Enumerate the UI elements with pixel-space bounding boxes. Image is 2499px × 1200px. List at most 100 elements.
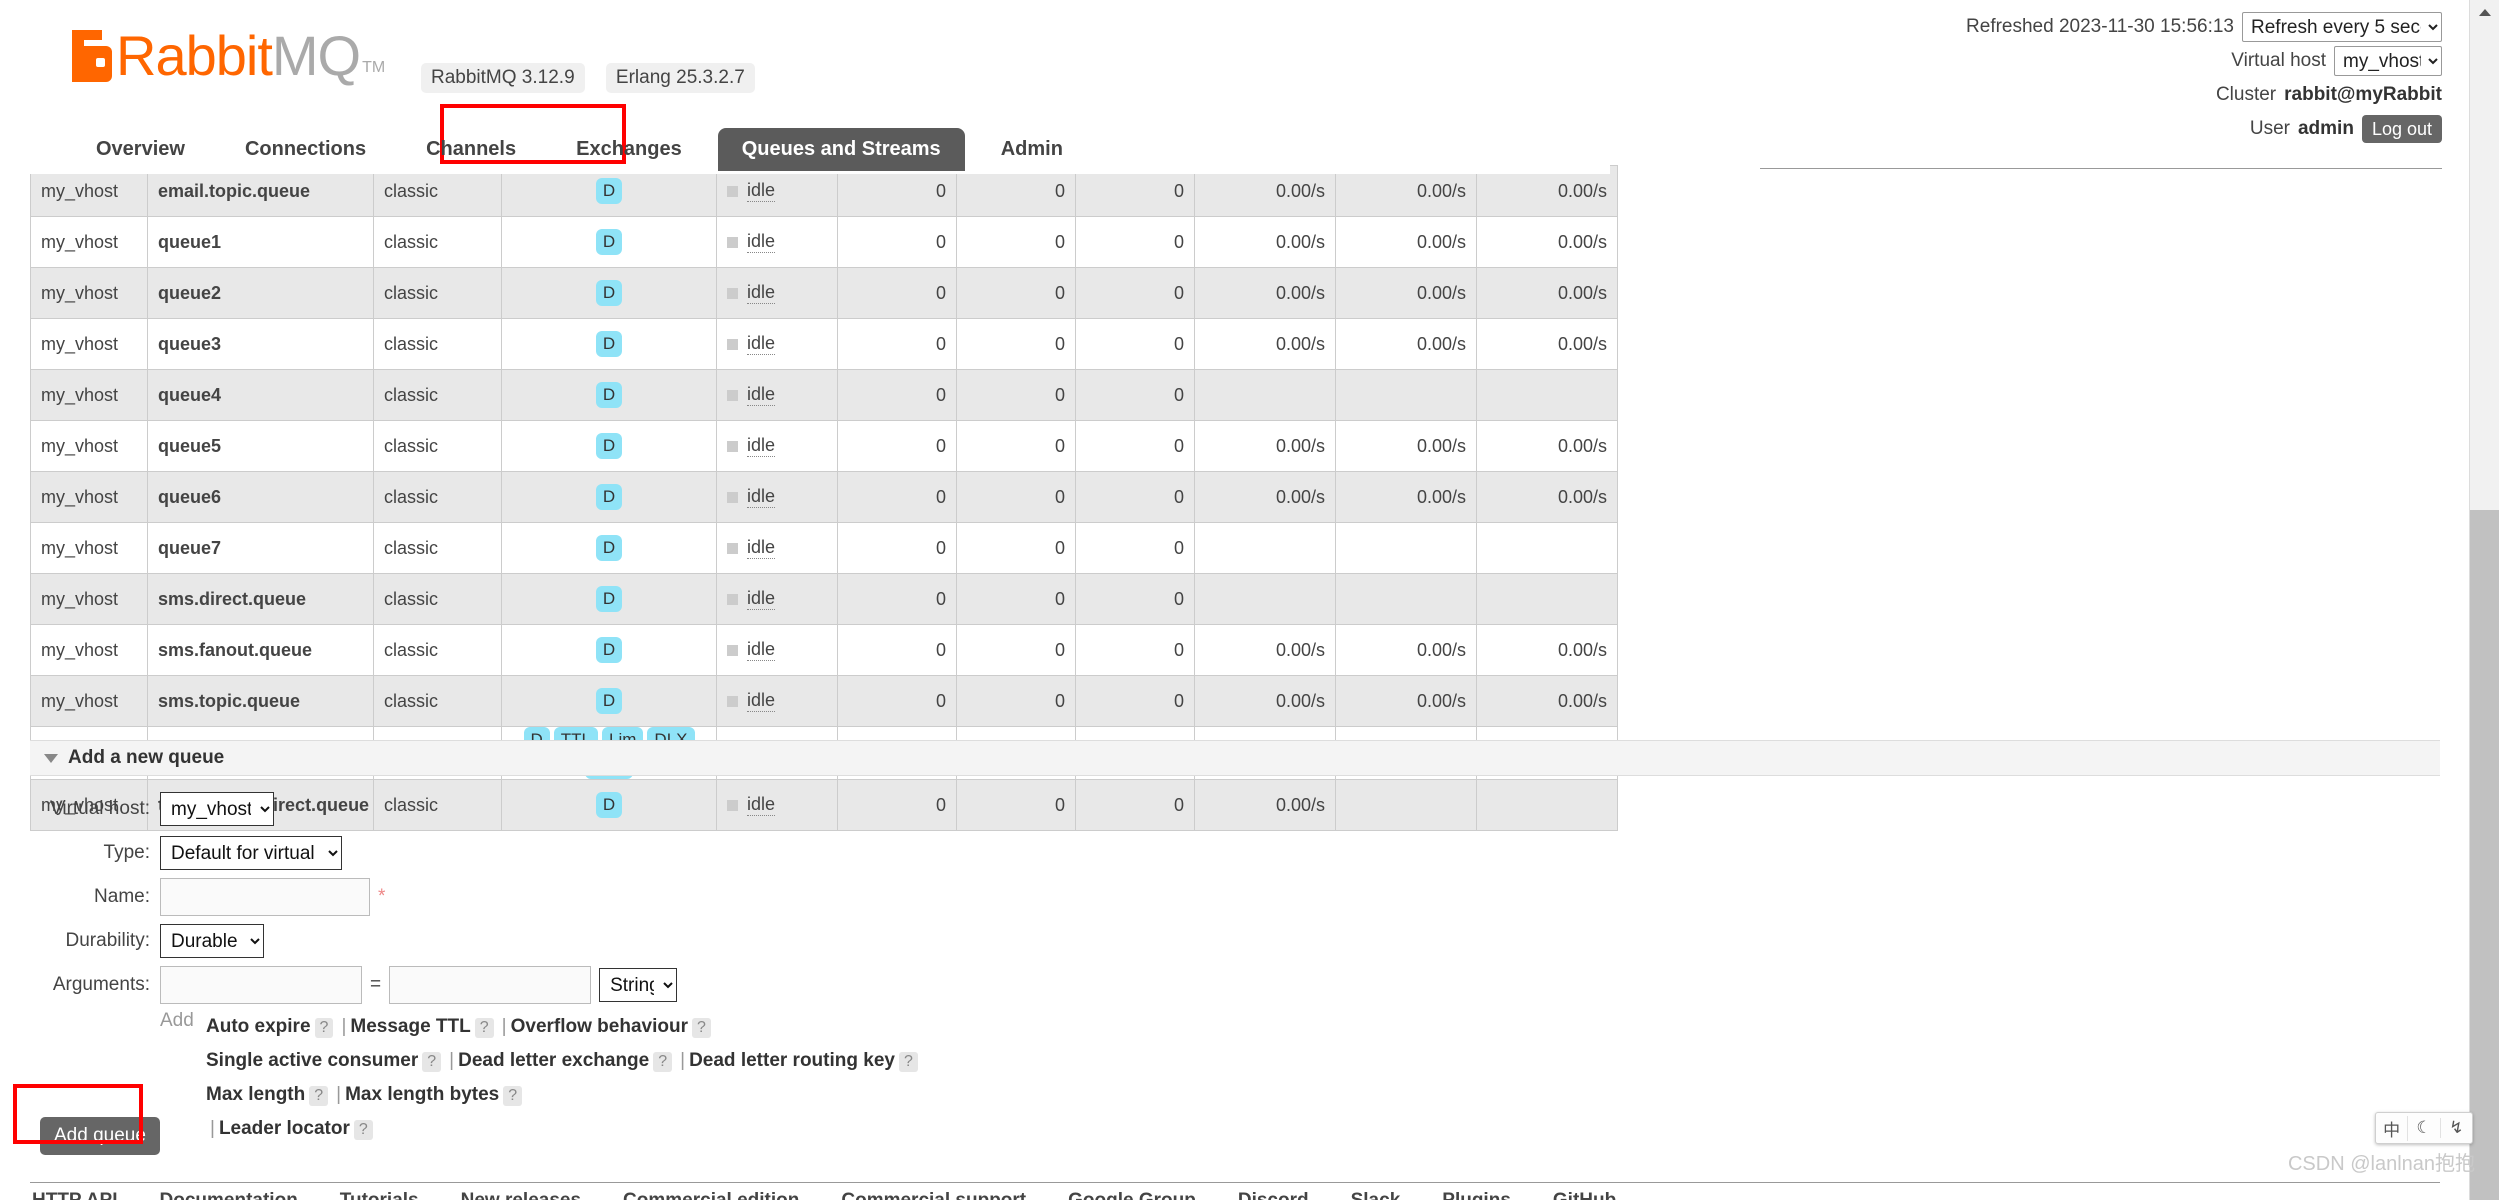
help-icon[interactable]: ?	[503, 1086, 523, 1106]
form-vhost-select[interactable]: my_vhost	[160, 792, 274, 826]
nav-item-overview[interactable]: Overview	[72, 128, 209, 171]
help-icon[interactable]: ?	[353, 1120, 373, 1140]
help-icon[interactable]: ?	[314, 1018, 334, 1038]
nav-item-connections[interactable]: Connections	[221, 128, 390, 171]
cell-vhost: my_vhost	[30, 624, 148, 676]
nav-item-queues-and-streams[interactable]: Queues and Streams	[717, 128, 965, 171]
ime-mode-icon[interactable]: 中	[2376, 1115, 2409, 1141]
footer-link-http-api[interactable]: HTTP API	[32, 1190, 118, 1200]
footer-link-tutorials[interactable]: Tutorials	[340, 1190, 419, 1200]
table-row[interactable]: my_vhost queue4 classic Didle 0 0 0	[30, 369, 1618, 421]
footer-link-commercial-support[interactable]: Commercial support	[841, 1190, 1026, 1200]
cell-queue-type: classic	[373, 675, 502, 727]
argument-preset-dead-letter-routing-key[interactable]: Dead letter routing key	[689, 1050, 895, 1071]
table-row[interactable]: my_vhost queue5 classic Didle 0 0 0 0.00/s 0.00/…	[30, 420, 1618, 472]
table-row[interactable]: my_vhost queue2 classic Didle 0 0 0 0.00/s 0.00/…	[30, 267, 1618, 319]
nav-item-exchanges[interactable]: Exchanges	[552, 128, 706, 171]
table-row[interactable]: my_vhost sms.fanout.queue classic Didle 0 0 0 0…	[30, 624, 1618, 676]
queues-table-container[interactable]: my_vhost email.topic.queue classic Didle 0 0 0…	[30, 165, 1618, 831]
ime-indicator[interactable]: 中 ☾ ↯	[2375, 1112, 2473, 1144]
ime-extra-icon[interactable]: ↯	[2441, 1118, 2472, 1138]
help-icon[interactable]: ?	[691, 1018, 711, 1038]
argument-preset-max-length[interactable]: Max length	[206, 1084, 305, 1105]
argument-add-label[interactable]: Add	[160, 1010, 206, 1146]
help-icon[interactable]: ?	[898, 1052, 918, 1072]
cell-queue-name[interactable]: sms.direct.queue	[147, 573, 374, 625]
argument-preset-links[interactable]: Auto expire? | Message TTL? | Overflow behav…	[206, 1010, 922, 1146]
argument-preset-overflow-behaviour[interactable]: Overflow behaviour	[511, 1016, 688, 1037]
help-icon[interactable]: ?	[474, 1018, 494, 1038]
footer-link-slack[interactable]: Slack	[1351, 1190, 1401, 1200]
state-indicator-icon	[727, 695, 738, 707]
footer-link-discord[interactable]: Discord	[1238, 1190, 1309, 1200]
cell-ready-count: 0	[837, 267, 957, 319]
collapse-triangle-icon[interactable]	[44, 753, 58, 763]
nav-item-channels[interactable]: Channels	[402, 128, 540, 171]
form-argument-type-select[interactable]: String	[599, 968, 678, 1002]
form-durability-select[interactable]: Durable	[160, 924, 264, 958]
cell-queue-name[interactable]: queue6	[147, 471, 374, 523]
add-queue-submit-button[interactable]: Add queue	[40, 1117, 160, 1155]
cell-ack-rate: 0.00/s	[1476, 216, 1618, 268]
state-label: idle	[747, 231, 776, 253]
argument-preset-auto-expire[interactable]: Auto expire	[206, 1016, 311, 1037]
main-nav[interactable]: Overview Connections Channels Exchanges Queu…	[72, 128, 1099, 171]
cell-queue-name[interactable]: queue3	[147, 318, 374, 370]
form-argument-key-input[interactable]	[160, 966, 362, 1004]
table-row[interactable]: my_vhost queue1 classic Didle 0 0 0 0.00/s 0.00/…	[30, 216, 1618, 268]
state-indicator-icon	[727, 185, 738, 197]
argument-preset-leader-locator[interactable]: Leader locator	[219, 1118, 350, 1139]
argument-preset-dead-letter-exchange[interactable]: Dead letter exchange	[458, 1050, 649, 1071]
footer-links[interactable]: HTTP API Documentation Tutorials New releas…	[32, 1190, 1658, 1200]
cell-queue-name[interactable]: sms.topic.queue	[147, 675, 374, 727]
scrollbar-up-arrow-icon[interactable]	[2470, 0, 2499, 24]
cell-queue-name[interactable]: queue1	[147, 216, 374, 268]
table-row[interactable]: my_vhost queue7 classic Didle 0 0 0	[30, 522, 1618, 574]
add-queue-section-header[interactable]: Add a new queue	[30, 740, 2440, 776]
footer-link-plugins[interactable]: Plugins	[1442, 1190, 1511, 1200]
vhost-select[interactable]: my_vhost	[2334, 46, 2442, 76]
scrollbar-thumb[interactable]	[2470, 510, 2499, 1200]
help-icon[interactable]: ?	[422, 1052, 442, 1072]
cell-unacked-count: 0	[956, 267, 1076, 319]
vertical-scrollbar[interactable]	[2469, 0, 2499, 1200]
help-icon[interactable]: ?	[653, 1052, 673, 1072]
logout-button[interactable]: Log out	[2361, 115, 2442, 143]
ime-shape-icon[interactable]: ☾	[2408, 1118, 2441, 1138]
table-row[interactable]: my_vhost sms.direct.queue classic Didle 0 0 0	[30, 573, 1618, 625]
cell-queue-name[interactable]: queue2	[147, 267, 374, 319]
form-name-input[interactable]	[160, 878, 370, 916]
cell-queue-name[interactable]: queue4	[147, 369, 374, 421]
table-row[interactable]: my_vhost queue6 classic Didle 0 0 0 0.00/s 0.00/…	[30, 471, 1618, 523]
footer-link-google-group[interactable]: Google Group	[1068, 1190, 1196, 1200]
argument-preset-message-ttl[interactable]: Message TTL	[350, 1016, 470, 1037]
cell-queue-name[interactable]: sms.fanout.queue	[147, 624, 374, 676]
cell-ready-count: 0	[837, 675, 957, 727]
cluster-row: Cluster rabbit@myRabbit	[1966, 80, 2442, 110]
form-argument-value-input[interactable]	[389, 966, 592, 1004]
state-label: idle	[747, 690, 776, 712]
separator: |	[210, 1118, 215, 1139]
cell-queue-type: classic	[373, 369, 502, 421]
help-icon[interactable]: ?	[309, 1086, 329, 1106]
cell-ready-count: 0	[837, 420, 957, 472]
argument-preset-single-active-consumer[interactable]: Single active consumer	[206, 1050, 418, 1071]
footer-link-github[interactable]: GitHub	[1553, 1190, 1616, 1200]
nav-item-admin[interactable]: Admin	[977, 128, 1087, 171]
cell-deliver-get-rate	[1335, 779, 1477, 831]
cell-queue-name[interactable]: queue5	[147, 420, 374, 472]
cell-ready-count: 0	[837, 216, 957, 268]
footer-link-documentation[interactable]: Documentation	[160, 1190, 298, 1200]
form-type-select[interactable]: Default for virtual host	[160, 836, 342, 870]
cell-unacked-count: 0	[956, 779, 1076, 831]
add-queue-form[interactable]: Virtual host: my_vhost Type: Default for…	[30, 790, 922, 1146]
table-row[interactable]: my_vhost sms.topic.queue classic Didle 0 0 0 0.…	[30, 675, 1618, 727]
footer-link-commercial-edition[interactable]: Commercial edition	[623, 1190, 799, 1200]
argument-preset-max-length-bytes[interactable]: Max length bytes	[345, 1084, 499, 1105]
refresh-interval-select[interactable]: Refresh every 5 seconds	[2242, 12, 2442, 42]
erlang-version-badge: Erlang 25.3.2.7	[605, 63, 755, 93]
footer-link-new-releases[interactable]: New releases	[461, 1190, 581, 1200]
cell-ready-count: 0	[837, 369, 957, 421]
cell-queue-name[interactable]: queue7	[147, 522, 374, 574]
table-row[interactable]: my_vhost queue3 classic Didle 0 0 0 0.00/s 0.00/…	[30, 318, 1618, 370]
